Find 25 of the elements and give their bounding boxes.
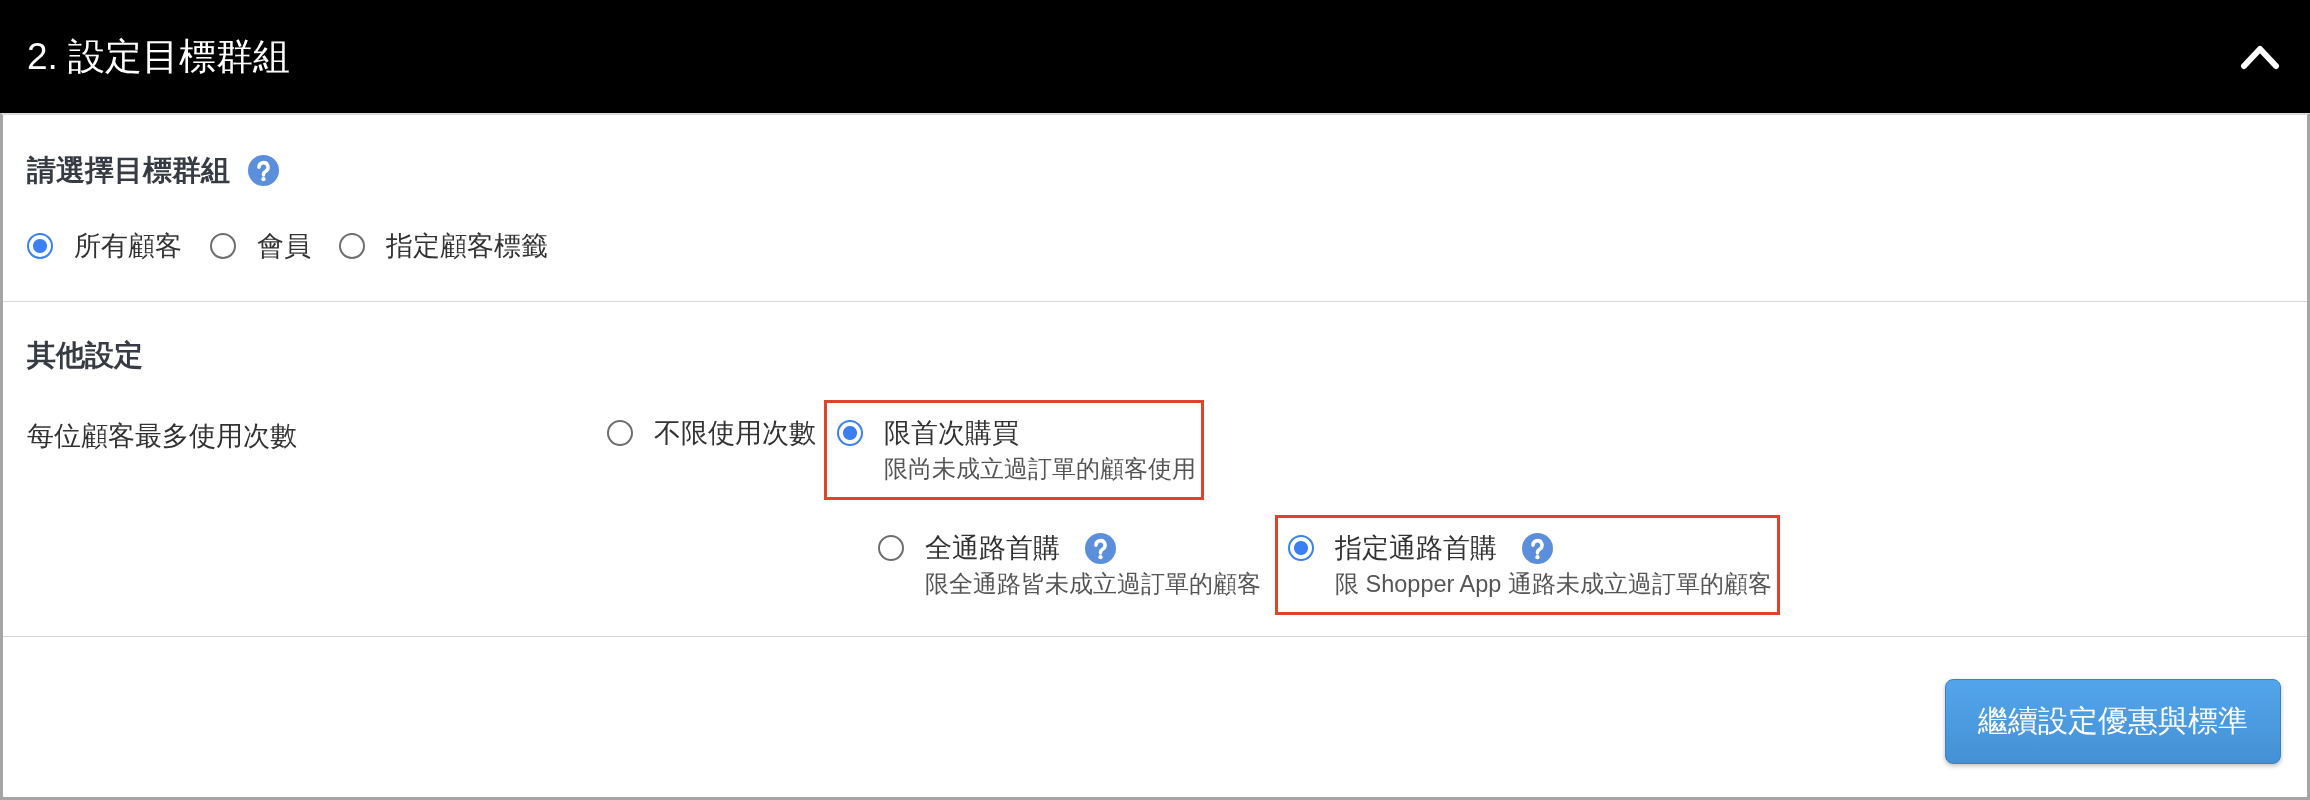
option-label[interactable]: 限首次購買 xyxy=(884,416,1019,450)
help-icon[interactable] xyxy=(248,154,279,186)
option-description: 限全通路皆未成立過訂單的顧客 xyxy=(925,570,1261,599)
radio-button[interactable] xyxy=(210,233,236,259)
option-label[interactable]: 所有顧客 xyxy=(74,229,182,263)
section-title: 2. 設定目標群組 xyxy=(27,34,291,79)
option-description: 限 Shopper App 通路未成立過訂單的顧客 xyxy=(1335,570,1772,599)
option-label[interactable]: 指定顧客標籤 xyxy=(386,229,548,263)
radio-button[interactable] xyxy=(27,233,53,259)
option-description: 限尚未成立過訂單的顧客使用 xyxy=(884,455,1196,484)
radio-button[interactable] xyxy=(878,535,904,561)
help-icon[interactable] xyxy=(1522,532,1553,564)
field-label: 每位顧客最多使用次數 xyxy=(27,421,297,451)
section-heading: 其他設定 xyxy=(27,338,143,373)
option-label[interactable]: 全通路首購 xyxy=(925,531,1060,565)
chevron-up-icon[interactable] xyxy=(2240,43,2280,70)
radio-button[interactable] xyxy=(1288,535,1314,561)
option-label[interactable]: 會員 xyxy=(257,229,311,263)
option-label[interactable]: 不限使用次數 xyxy=(654,416,816,450)
help-icon[interactable] xyxy=(1085,532,1116,564)
section-heading: 請選擇目標群組 xyxy=(27,153,230,188)
radio-button[interactable] xyxy=(607,420,633,446)
radio-button[interactable] xyxy=(837,420,863,446)
radio-button[interactable] xyxy=(339,233,365,259)
option-label[interactable]: 指定通路首購 xyxy=(1335,531,1497,565)
